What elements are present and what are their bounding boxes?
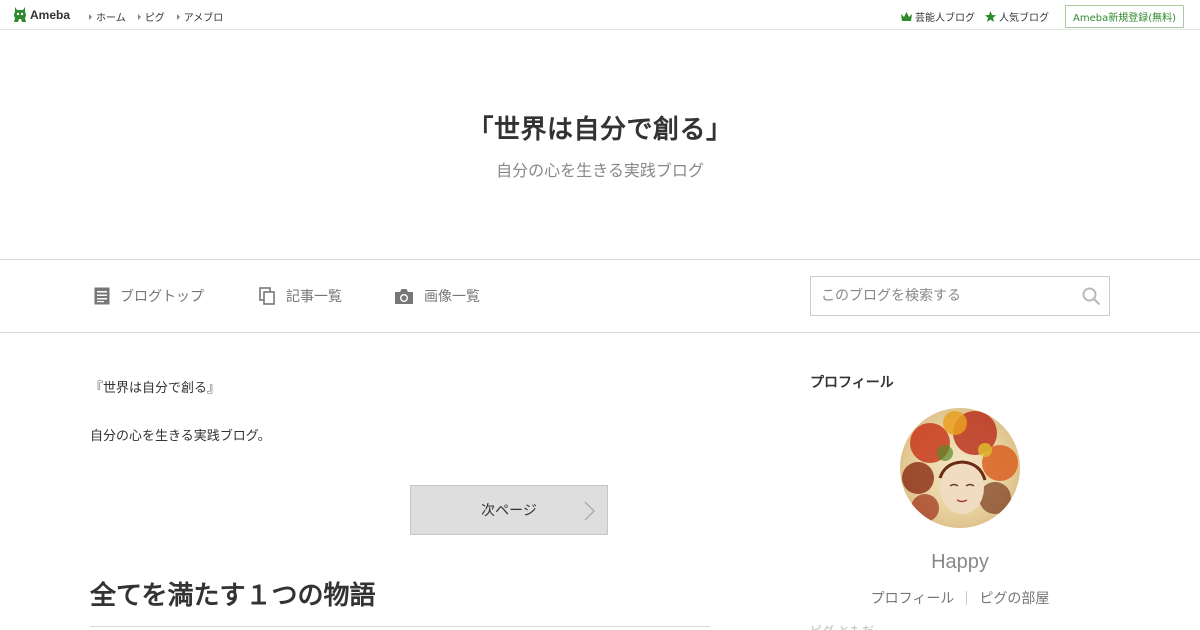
global-nav: ホーム ピグ アメブロ	[89, 9, 223, 24]
nav-blog-top[interactable]: ブログトップ	[94, 286, 204, 306]
divider	[90, 626, 710, 627]
global-nav-pig[interactable]: ピグ	[137, 9, 165, 24]
global-nav-label: ホーム	[96, 13, 126, 24]
global-links: 芸能人ブログ 人気ブログ Ameba新規登録(無料)	[900, 5, 1184, 28]
logo-text: Ameba	[30, 7, 71, 22]
intro-line-1: 『世界は自分で創る』	[90, 381, 221, 396]
blog-search	[810, 276, 1110, 316]
global-header: Ameba ホーム ピグ アメブロ 芸能人ブログ 人気ブログ Ameba新規登録…	[0, 0, 1200, 30]
next-page-button[interactable]: 次ページ	[410, 485, 608, 535]
nav-image-list[interactable]: 画像一覧	[394, 286, 480, 306]
avatar[interactable]	[900, 408, 1020, 528]
star-icon	[984, 11, 996, 22]
triangle-right-icon	[89, 13, 92, 20]
camera-icon	[395, 288, 413, 304]
nav-entry-list-label: 記事一覧	[286, 289, 342, 305]
ameba-logo[interactable]: Ameba	[13, 6, 70, 23]
register-button[interactable]: Ameba新規登録(無料)	[1064, 5, 1184, 28]
popular-blog-label: 人気ブログ	[998, 13, 1049, 24]
profile-links: プロフィール ピグの部屋	[810, 588, 1110, 608]
ameba-mascot-icon	[14, 7, 26, 22]
global-nav-home[interactable]: ホーム	[89, 9, 126, 24]
nav-blog-top-label: ブログトップ	[120, 289, 204, 305]
triangle-right-icon	[137, 13, 141, 20]
search-icon[interactable]	[1082, 287, 1101, 306]
global-nav-ameblo[interactable]: アメブロ	[176, 9, 224, 24]
chevron-right-icon	[584, 501, 595, 521]
blog-subtitle: 自分の心を生きる実践ブログ	[496, 161, 704, 180]
global-nav-label: ピグ	[144, 13, 165, 24]
intro-line-2: 自分の心を生きる実践ブログ。	[90, 429, 271, 444]
triangle-right-icon	[176, 13, 180, 20]
article-title[interactable]: 全てを満たす１つの物語	[90, 575, 375, 612]
profile-heading: プロフィール	[810, 375, 894, 391]
crown-icon	[900, 12, 912, 21]
pages-icon	[259, 287, 275, 305]
nav-image-list-label: 画像一覧	[424, 289, 480, 305]
blog-title[interactable]: 「世界は自分で創る」	[0, 109, 1200, 146]
search-input[interactable]	[811, 277, 1071, 315]
celebrity-blog-link[interactable]: 芸能人ブログ	[900, 9, 975, 24]
celebrity-blog-label: 芸能人ブログ	[914, 13, 975, 24]
next-page-label: 次ページ	[481, 503, 537, 519]
popular-blog-link[interactable]: 人気ブログ	[984, 9, 1049, 24]
blog-header: 「世界は自分で創る」 自分の心を生きる実践ブログ	[0, 30, 1200, 260]
profile-link[interactable]: プロフィール	[871, 588, 955, 608]
profile-name: Happy	[931, 551, 989, 573]
global-nav-label: アメブロ	[183, 13, 224, 24]
avatar-image	[900, 408, 1020, 528]
divider	[966, 591, 968, 605]
pig-room-link[interactable]: ピグの部屋	[979, 588, 1049, 608]
document-icon	[94, 287, 110, 305]
nav-entry-list[interactable]: 記事一覧	[259, 286, 342, 306]
pig-friends-label[interactable]: ピグ ともだ	[810, 622, 874, 630]
blog-nav: ブログトップ 記事一覧 画像一覧	[0, 260, 1200, 333]
